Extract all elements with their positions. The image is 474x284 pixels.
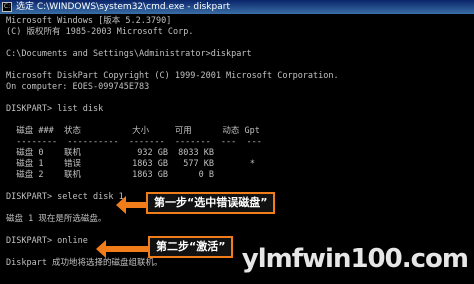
arrow-shaft xyxy=(124,202,146,208)
watermark-logo: ylmfwin100.com xyxy=(241,244,469,274)
console-line: Diskpart 成功地将选择的磁盘组联机。 xyxy=(6,258,163,268)
console-line: (C) 版权所有 1985-2003 Microsoft Corp. xyxy=(6,27,194,37)
arrow-left-icon xyxy=(96,240,106,258)
disk-table-row: 磁盘 0 联机 932 GB 8033 KB xyxy=(6,148,214,158)
console-line: C:\Documents and Settings\Administrator>… xyxy=(6,49,252,59)
console-line: 磁盘 1 现在是所选磁盘。 xyxy=(6,214,107,224)
step2-callout: 第二步“激活” xyxy=(148,236,234,258)
disk-table-header: 磁盘 ### 状态 大小 可用 动态 Gpt xyxy=(6,126,260,136)
disk-table-separator: -------- ---------- ------- ------- --- … xyxy=(6,137,262,147)
console-line: DISKPART> list disk xyxy=(6,104,104,114)
window-title: 选定 C:\WINDOWS\system32\cmd.exe - diskpar… xyxy=(16,2,230,12)
console-line: Microsoft Windows [版本 5.2.3790] xyxy=(6,16,172,26)
console-line: DISKPART> online xyxy=(6,236,88,246)
title-bar: C: 选定 C:\WINDOWS\system32\cmd.exe - disk… xyxy=(0,0,474,14)
arrow-shaft xyxy=(104,246,148,252)
disk-table-row: 磁盘 1 错误 1863 GB 577 KB * xyxy=(6,159,255,169)
console-line: On computer: EOES-099745E783 xyxy=(6,82,150,92)
console-line: DISKPART> select disk 1 xyxy=(6,192,124,202)
disk-table-row: 磁盘 2 联机 1863 GB 0 B xyxy=(6,170,214,180)
console-line: Microsoft DiskPart Copyright (C) 1999-20… xyxy=(6,71,339,81)
arrow-left-icon xyxy=(116,196,126,214)
cmd-icon[interactable]: C: xyxy=(2,2,12,12)
step1-callout: 第一步“选中错误磁盘” xyxy=(146,192,276,214)
